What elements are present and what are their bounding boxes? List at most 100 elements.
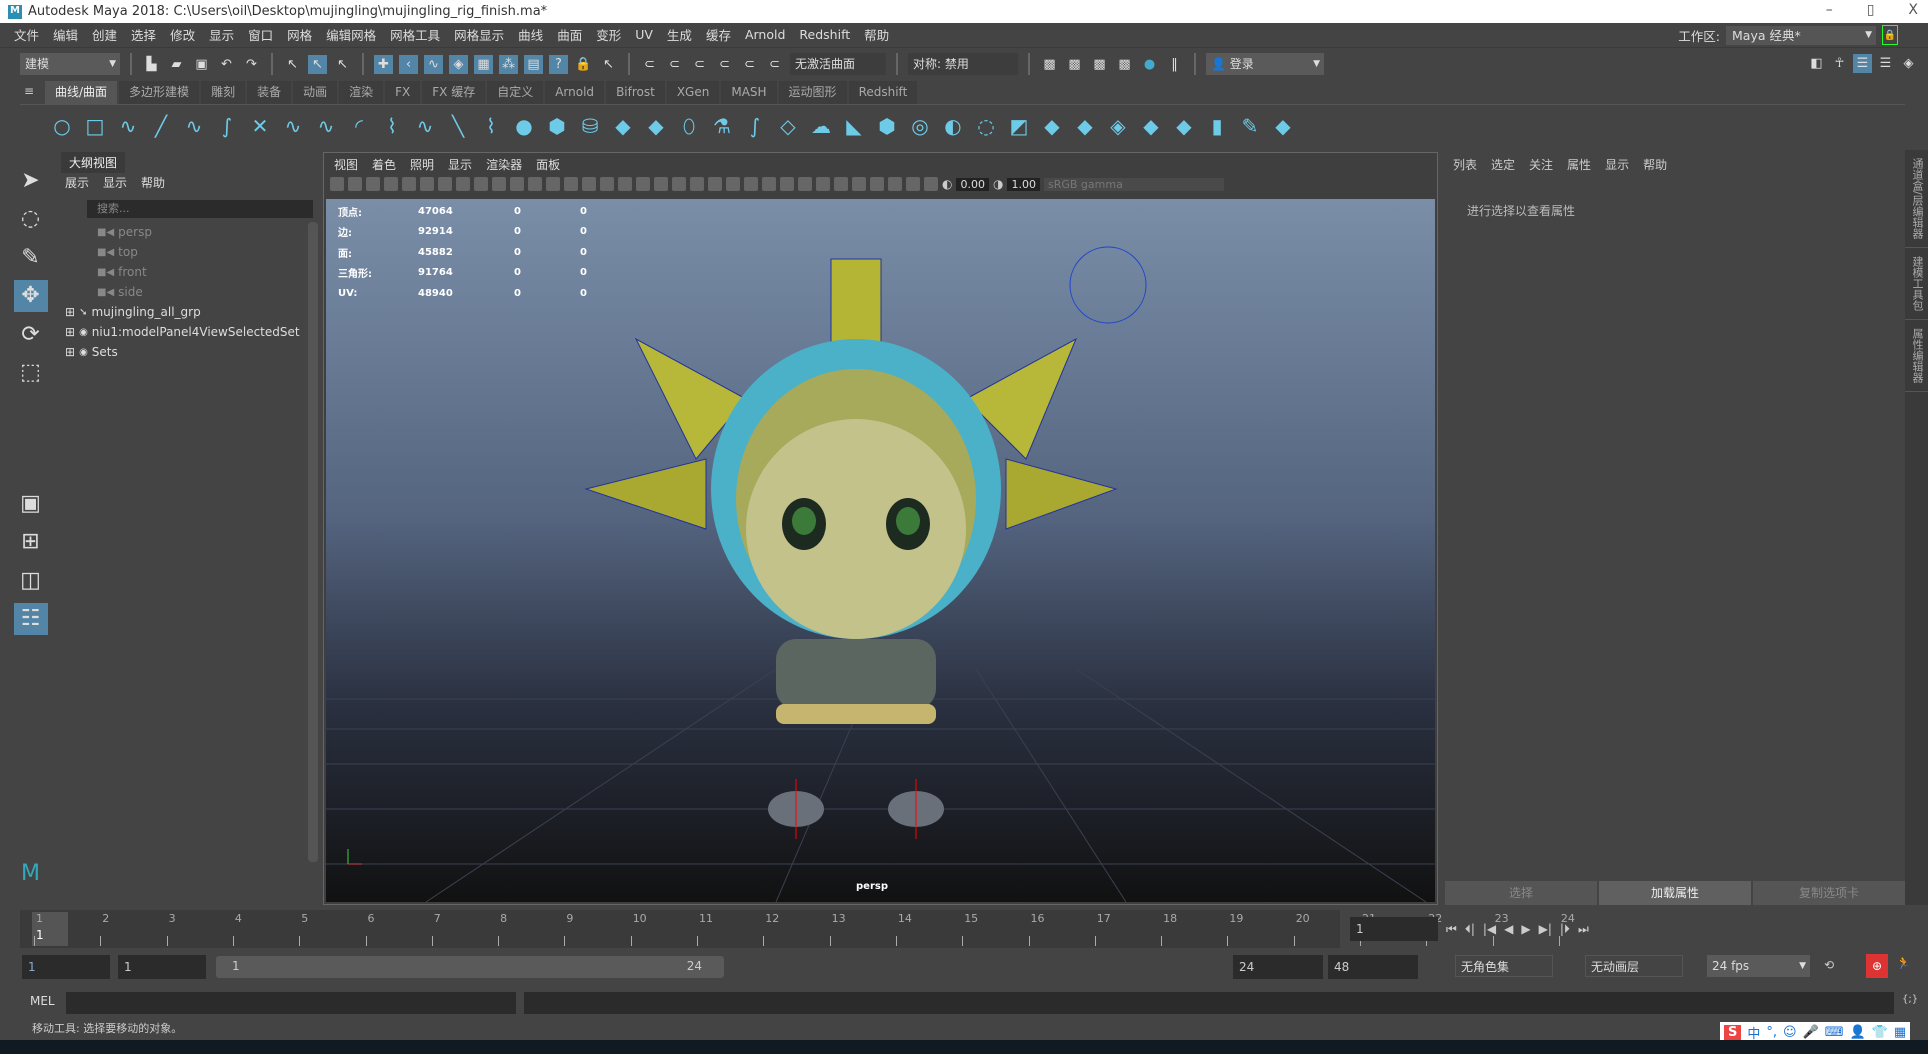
shelf-tool-icon[interactable]: ⌇ — [479, 114, 503, 138]
rotate-tool-icon[interactable]: ⟳ — [14, 318, 48, 351]
shelf-tab[interactable]: 曲线/曲面 — [45, 81, 118, 104]
shelf-tool-icon[interactable]: ╲ — [446, 114, 470, 138]
outliner-layout-icon[interactable]: ☷ — [13, 602, 48, 636]
viewport-menu-item[interactable]: 面板 — [536, 156, 560, 173]
colorspace-dropdown[interactable]: sRGB gamma — [1043, 177, 1224, 191]
viewport-tool-icon[interactable] — [366, 177, 380, 191]
shelf-tool-icon[interactable]: ◆ — [1073, 114, 1097, 138]
shelf-tool-icon[interactable]: ✎ — [1238, 114, 1262, 138]
menu-item[interactable]: 网格 — [287, 25, 312, 44]
outliner-item[interactable]: ⊞ ◉ Sets — [57, 342, 307, 362]
select-object-icon[interactable]: ↖ — [308, 54, 327, 74]
viewport-menu-item[interactable]: 显示 — [448, 156, 472, 173]
viewport-tool-icon[interactable] — [816, 177, 830, 191]
shelf-tab[interactable]: XGen — [666, 81, 720, 104]
attr-menu-item[interactable]: 选定 — [1491, 156, 1515, 173]
shelf-tool-icon[interactable]: ∿ — [182, 114, 206, 138]
snap-surface-icon[interactable]: ▦ — [474, 54, 493, 74]
gamma-field[interactable]: 1.00 — [1007, 177, 1040, 191]
render-view-icon[interactable]: ▩ — [1040, 55, 1059, 74]
viewport-tool-icon[interactable] — [384, 177, 398, 191]
punctuation-icon[interactable]: °, — [1766, 1025, 1777, 1040]
attr-menu-item[interactable]: 属性 — [1567, 156, 1591, 173]
loop-icon[interactable]: ⟲ — [1824, 958, 1834, 972]
shelf-tab[interactable]: Arnold — [545, 81, 605, 104]
shelf-tool-icon[interactable]: ∿ — [116, 114, 140, 138]
two-view-layout-icon[interactable]: ◫ — [14, 564, 48, 597]
redo-icon[interactable]: ↷ — [242, 55, 261, 74]
live-surface-field[interactable]: 无激活曲面 — [790, 53, 886, 75]
menu-item[interactable]: 曲线 — [518, 25, 543, 44]
user-icon[interactable]: 👤 — [1850, 1025, 1866, 1040]
shelf-tab[interactable]: 装备 — [247, 81, 292, 104]
lasso-tool-icon[interactable]: ◌ — [14, 203, 48, 236]
mel-input[interactable] — [66, 992, 516, 1014]
snap-live-icon[interactable]: ⁂ — [499, 54, 518, 74]
anim-layer-dropdown[interactable]: 无动画层 — [1585, 955, 1683, 977]
shelf-tab[interactable]: 渲染 — [339, 81, 384, 104]
shelf-menu-icon[interactable]: ≡ — [24, 84, 40, 98]
viewport-tool-icon[interactable] — [510, 177, 524, 191]
ime-language[interactable]: 中 — [1747, 1023, 1760, 1042]
login-dropdown[interactable]: 👤 登录 ▼ — [1206, 53, 1324, 75]
shelf-tool-icon[interactable]: ∿ — [281, 114, 305, 138]
viewport-tool-icon[interactable] — [798, 177, 812, 191]
shelf-tool-icon[interactable]: ◆ — [1040, 114, 1064, 138]
viewport-tool-icon[interactable] — [546, 177, 560, 191]
outliner-item[interactable]: ■◀ top — [57, 242, 307, 262]
attr-editor-button[interactable]: 加载属性 — [1599, 881, 1751, 905]
four-view-layout-icon[interactable]: ⊞ — [14, 526, 48, 559]
viewport-tool-icon[interactable] — [672, 177, 686, 191]
shelf-tool-icon[interactable]: ○ — [50, 114, 74, 138]
menu-item[interactable]: 缓存 — [706, 25, 731, 44]
outliner-item[interactable]: ■◀ persp — [57, 222, 307, 242]
menu-item[interactable]: 文件 — [14, 25, 39, 44]
open-scene-icon[interactable]: ▰ — [167, 55, 186, 74]
shelf-tab[interactable]: 自定义 — [487, 81, 544, 104]
undo-icon[interactable]: ↶ — [217, 55, 236, 74]
menu-item[interactable]: Arnold — [745, 27, 785, 42]
viewport-scene[interactable]: 顶点: 47064 0 0 边: 92914 0 0 面: 45882 0 0 三角形: 91764 0 0 U… — [326, 199, 1435, 902]
single-perspective-layout-icon[interactable]: ▣ — [14, 487, 48, 520]
step-forward-frame-icon[interactable]: ▶| — [1539, 922, 1552, 936]
shelf-tool-icon[interactable]: ╱ — [149, 114, 173, 138]
menu-item[interactable]: 网格显示 — [454, 25, 504, 44]
select-tool-icon[interactable]: ➤ — [14, 164, 48, 197]
attribute-editor-toggle-icon[interactable]: ☰ — [1853, 54, 1872, 73]
shelf-tool-icon[interactable]: ☁ — [809, 114, 833, 138]
viewport-tool-icon[interactable] — [330, 177, 344, 191]
menu-item[interactable]: UV — [635, 27, 653, 42]
viewport-tool-icon[interactable] — [420, 177, 434, 191]
attr-editor-button[interactable]: 复制选项卡 — [1753, 881, 1905, 905]
shelf-tool-icon[interactable]: ⬢ — [545, 114, 569, 138]
attr-menu-item[interactable]: 帮助 — [1643, 156, 1667, 173]
playback-end-field[interactable]: 24 — [1233, 955, 1323, 979]
viewport-tool-icon[interactable] — [870, 177, 884, 191]
shelf-tab[interactable]: 运动图形 — [778, 81, 847, 104]
menu-set-dropdown[interactable]: 建模 ▼ — [20, 53, 120, 75]
viewport-tool-icon[interactable] — [654, 177, 668, 191]
snap-point-icon[interactable]: ∿ — [424, 54, 443, 74]
viewport-tool-icon[interactable] — [744, 177, 758, 191]
menu-item[interactable]: 窗口 — [248, 25, 273, 44]
expand-icon[interactable]: ⊞ — [65, 325, 75, 339]
side-tab[interactable]: 属性编辑器 — [1905, 320, 1928, 392]
shelf-tool-icon[interactable]: ✕ — [248, 114, 272, 138]
side-tab[interactable]: 建模工具包 — [1905, 248, 1928, 320]
outliner-item[interactable]: ⊞ ◉ niu1:modelPanel4ViewSelectedSet — [57, 322, 307, 342]
viewport-tool-icon[interactable] — [924, 177, 938, 191]
shelf-tool-icon[interactable]: ● — [512, 114, 536, 138]
menu-item[interactable]: Redshift — [799, 27, 850, 42]
shelf-tool-icon[interactable]: ◜ — [347, 114, 371, 138]
help-icon[interactable]: ? — [549, 54, 568, 74]
skin-icon[interactable]: 👕 — [1872, 1025, 1888, 1040]
lock-icon[interactable]: 🔒 — [1882, 25, 1898, 45]
menu-item[interactable]: 曲面 — [557, 25, 582, 44]
render-settings-icon[interactable]: ▩ — [1115, 55, 1134, 74]
viewport-tool-icon[interactable] — [348, 177, 362, 191]
viewport-tool-icon[interactable] — [780, 177, 794, 191]
go-to-start-icon[interactable]: ⏮ — [1446, 922, 1457, 937]
shelf-tool-icon[interactable]: ⬯ — [677, 114, 701, 138]
shelf-tool-icon[interactable]: ◩ — [1007, 114, 1031, 138]
lock-selection-icon[interactable]: 🔒 — [574, 55, 593, 74]
